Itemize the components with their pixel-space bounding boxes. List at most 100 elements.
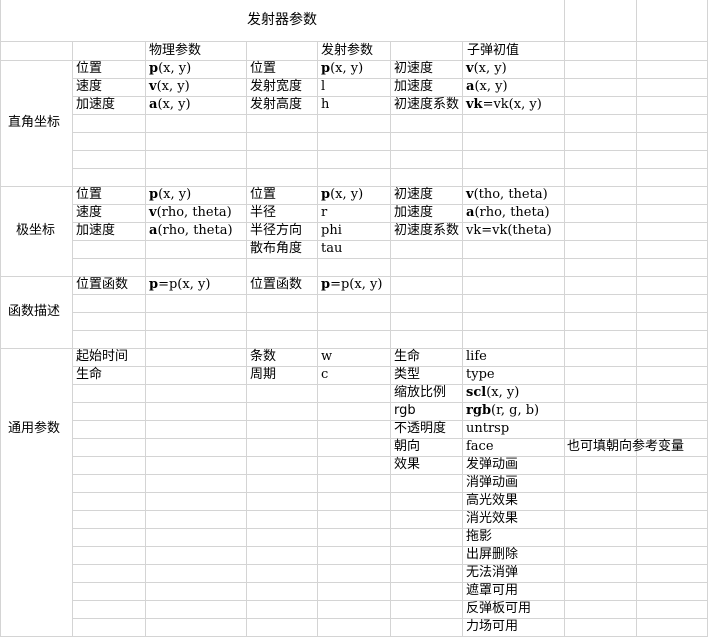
cell-phys-name[interactable]: 位置 (74, 186, 102, 204)
value-symbol: scl (466, 385, 487, 400)
face-note[interactable]: 也可填朝向参考变量 (565, 438, 684, 456)
sheet-title[interactable]: 发射器参数 (0, 11, 564, 29)
header-bullet[interactable]: 子弹初值 (465, 42, 519, 60)
cell-emit-value[interactable]: w (319, 348, 332, 366)
cell-bullet-value[interactable]: scl(x, y) (464, 384, 519, 402)
cell-emit-name[interactable]: 位置 (248, 186, 276, 204)
cell-phys-name[interactable]: 速度 (74, 78, 102, 96)
value-symbol: rgb (466, 403, 492, 418)
cell-phys-value[interactable]: v(rho, theta) (147, 204, 232, 222)
value-symbol: v (466, 187, 474, 202)
value-args: (rho, theta) (156, 205, 232, 220)
cell-emit-value[interactable]: h (319, 96, 329, 114)
cell-emit-name[interactable]: 半径方向 (248, 222, 302, 240)
cell-emit-value[interactable]: p(x, y) (319, 186, 363, 204)
cell-phys-value[interactable]: p(x, y) (147, 60, 191, 78)
cell-emit-value[interactable]: tau (319, 240, 342, 258)
cell-emit-name[interactable]: 位置函数 (248, 276, 302, 294)
cell-phys-name[interactable]: 加速度 (74, 96, 115, 114)
cell-bullet-name[interactable]: 生命 (392, 348, 420, 366)
cell-bullet-name[interactable]: 初速度系数 (392, 222, 459, 240)
cell-bullet-value[interactable]: 发弹动画 (464, 456, 518, 474)
cell-phys-name[interactable]: 加速度 (74, 222, 115, 240)
cell-emit-value[interactable]: p(x, y) (319, 60, 363, 78)
effect-item[interactable]: 遮罩可用 (464, 582, 518, 600)
section-label-cartesian[interactable]: 直角坐标 (6, 114, 60, 132)
cell-bullet-name[interactable]: 不透明度 (392, 420, 446, 438)
section-label-function[interactable]: 函数描述 (6, 303, 60, 321)
cell-bullet-name[interactable]: rgb (392, 402, 416, 420)
effect-item[interactable]: 反弹板可用 (464, 600, 531, 618)
cell-emit-value[interactable]: c (319, 366, 328, 384)
cell-bullet-value[interactable]: untrsp (464, 420, 509, 438)
cell-bullet-name[interactable]: 朝向 (392, 438, 420, 456)
effect-item[interactable]: 拖影 (464, 528, 492, 546)
cell-phys-value[interactable]: p=p(x, y) (147, 276, 210, 294)
cell-emit-name[interactable]: 位置 (248, 60, 276, 78)
cell-phys-name[interactable]: 位置函数 (74, 276, 128, 294)
cell-bullet-value[interactable]: v(x, y) (464, 60, 507, 78)
cell-emit-value[interactable]: p=p(x, y) (319, 276, 382, 294)
value-symbol: v (149, 205, 157, 220)
section-label-general[interactable]: 通用参数 (6, 420, 60, 438)
cell-emit-name[interactable]: 周期 (248, 366, 276, 384)
cell-phys-name[interactable]: 生命 (74, 366, 102, 384)
grid-column-line (390, 41, 391, 637)
cell-bullet-value[interactable]: a(x, y) (464, 78, 508, 96)
cell-phys-value[interactable]: v(x, y) (147, 78, 190, 96)
cell-phys-name[interactable]: 起始时间 (74, 348, 128, 366)
cell-emit-value[interactable]: phi (319, 222, 342, 240)
cell-phys-name[interactable]: 位置 (74, 60, 102, 78)
cell-bullet-name[interactable]: 加速度 (392, 204, 433, 222)
cell-bullet-value[interactable]: vk=vk(x, y) (464, 96, 542, 114)
value-args: phi (321, 223, 342, 238)
value-symbol: p (321, 187, 331, 202)
cell-emit-name[interactable]: 条数 (248, 348, 276, 366)
cell-bullet-value[interactable]: rgb(r, g, b) (464, 402, 539, 420)
value-args: tau (321, 241, 343, 256)
cell-bullet-name[interactable]: 效果 (392, 456, 420, 474)
cell-bullet-name[interactable]: 初速度 (392, 186, 433, 204)
effect-item[interactable]: 力场可用 (464, 618, 518, 636)
effect-item[interactable]: 消弹动画 (464, 474, 518, 492)
grid-column-line (636, 0, 637, 637)
effect-item[interactable]: 消光效果 (464, 510, 518, 528)
header-physical[interactable]: 物理参数 (147, 42, 201, 60)
value-args: (x, y) (158, 61, 192, 76)
cell-emit-name[interactable]: 散布角度 (248, 240, 302, 258)
cell-phys-value[interactable]: a(rho, theta) (147, 222, 233, 240)
section-label-polar[interactable]: 极坐标 (14, 222, 55, 240)
cell-bullet-name[interactable]: 加速度 (392, 78, 433, 96)
grid-column-line (462, 41, 463, 637)
effect-item[interactable]: 高光效果 (464, 492, 518, 510)
effect-item[interactable]: 出屏删除 (464, 546, 518, 564)
cell-phys-name[interactable]: 速度 (74, 204, 102, 222)
grid-column-line (246, 41, 247, 637)
grid-column-line (72, 41, 73, 637)
effect-item[interactable]: 无法消弹 (464, 564, 518, 582)
cell-emit-name[interactable]: 发射高度 (248, 96, 302, 114)
value-symbol: p (321, 277, 331, 292)
cell-bullet-value[interactable]: face (464, 438, 494, 456)
cell-emit-name[interactable]: 发射宽度 (248, 78, 302, 96)
cell-phys-value[interactable]: p(x, y) (147, 186, 191, 204)
cell-bullet-value[interactable]: a(rho, theta) (464, 204, 550, 222)
cell-bullet-value[interactable]: vk=vk(theta) (464, 222, 552, 240)
value-args: (x, y) (330, 187, 364, 202)
spreadsheet: 发射器参数 物理参数 发射参数 子弹初值 直角坐标 极坐标 函数描述 通用参数 … (0, 0, 708, 637)
cell-bullet-name[interactable]: 初速度 (392, 60, 433, 78)
cell-emit-name[interactable]: 半径 (248, 204, 276, 222)
value-args: =p(x, y) (330, 277, 383, 292)
value-args: (x, y) (474, 79, 508, 94)
cell-bullet-value[interactable]: life (464, 348, 487, 366)
cell-bullet-name[interactable]: 初速度系数 (392, 96, 459, 114)
cell-bullet-value[interactable]: type (464, 366, 495, 384)
cell-phys-value[interactable]: a(x, y) (147, 96, 191, 114)
cell-bullet-name[interactable]: 缩放比例 (392, 384, 446, 402)
cell-bullet-name[interactable]: 类型 (392, 366, 420, 384)
cell-emit-value[interactable]: r (319, 204, 327, 222)
cell-emit-value[interactable]: l (319, 78, 325, 96)
header-emitter[interactable]: 发射参数 (319, 42, 373, 60)
value-args: (x, y) (473, 61, 507, 76)
cell-bullet-value[interactable]: v(tho, theta) (464, 186, 548, 204)
